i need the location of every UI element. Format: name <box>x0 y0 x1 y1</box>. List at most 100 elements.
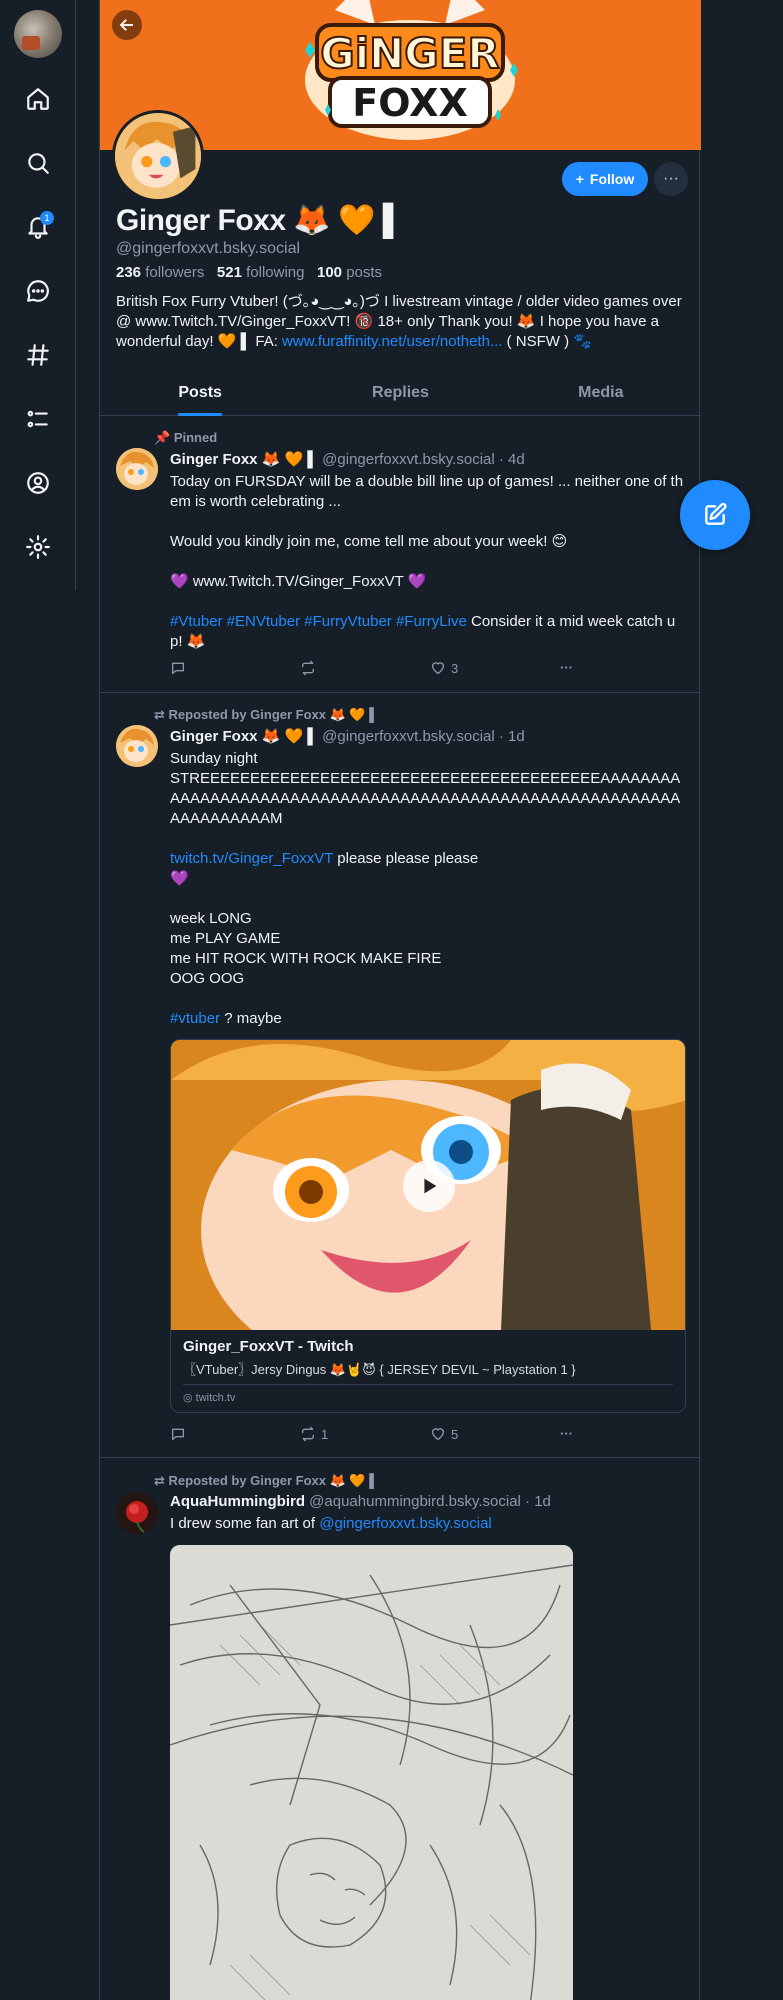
pinned-context: 📌 Pinned <box>154 430 217 446</box>
play-button[interactable] <box>403 1160 455 1212</box>
fan-art-image[interactable] <box>170 1545 573 2000</box>
search-icon[interactable] <box>20 145 56 181</box>
post-text-main: Today on FURSDAY will be a double bill l… <box>170 473 684 590</box>
post-header: Ginger Foxx 🦊 🧡 ▌ @gingerfoxxvt.bsky.soc… <box>170 450 525 468</box>
followers-label: followers <box>145 264 205 281</box>
repost-button[interactable] <box>300 660 321 676</box>
reply-icon <box>172 662 184 674</box>
reply-button[interactable] <box>170 1426 191 1442</box>
post-more-button[interactable]: ··· <box>560 660 573 675</box>
repost-context-label: Reposted by Ginger Foxx 🦊 🧡 ▌ <box>168 707 379 722</box>
post-actions: 1 5 ··· <box>170 1426 590 1446</box>
heart-icon <box>432 1428 444 1440</box>
post-mention[interactable]: @gingerfoxxvt.bsky.social <box>319 1515 492 1532</box>
embed-description: 〖VTuber〗Jersy Dingus 🦊🤘😈 { JERSEY DEVIL … <box>183 1355 673 1385</box>
repost-context: ⇄ Reposted by Ginger Foxx 🦊 🧡 ▌ <box>154 707 378 723</box>
logo-text-ginger: GiNGER <box>320 29 500 78</box>
back-button[interactable] <box>112 10 142 40</box>
post-meta: @aquahummingbird.bsky.social · 1d <box>305 1493 551 1510</box>
post-text-part-2: please please please 💜 week LONG me PLAY… <box>170 850 479 987</box>
link-embed-card[interactable]: Ginger_FoxxVT - Twitch 〖VTuber〗Jersy Din… <box>170 1039 686 1413</box>
post-text: Today on FURSDAY will be a double bill l… <box>170 472 686 652</box>
fox-avatar-illustration <box>115 113 201 199</box>
post-author-avatar[interactable] <box>116 725 158 767</box>
follow-button-label: Follow <box>589 171 635 187</box>
pinned-label: Pinned <box>173 430 218 445</box>
post-header: AquaHummingbird @aquahummingbird.bsky.so… <box>170 1493 551 1510</box>
follow-button[interactable]: + Follow <box>562 162 648 196</box>
post-hashtag[interactable]: #vtuber <box>170 1010 220 1027</box>
feeds-hash-icon[interactable] <box>20 337 56 373</box>
post-header: Ginger Foxx 🦊 🧡 ▌ @gingerfoxxvt.bsky.soc… <box>170 727 525 745</box>
embed-title: Ginger_FoxxVT - Twitch <box>183 1338 354 1355</box>
like-button[interactable]: 5 <box>430 1426 458 1442</box>
repost-context-label: Reposted by Ginger Foxx 🦊 🧡 ▌ <box>168 1473 379 1488</box>
notifications-bell-icon[interactable]: 1 <box>20 209 56 245</box>
globe-icon: ◎ <box>183 1392 193 1404</box>
post-text-part-1: Sunday night STREEEEEEEEEEEEEEEEEEEEEEEE… <box>170 750 681 827</box>
post-author-avatar[interactable] <box>116 448 158 490</box>
profile-display-name: Ginger Foxx 🦊 🧡 ▌ <box>116 204 404 237</box>
profile-more-button[interactable]: ··· <box>654 162 688 196</box>
tab-replies[interactable]: Replies <box>300 370 500 415</box>
home-icon[interactable] <box>20 81 56 117</box>
tab-media[interactable]: Media <box>501 370 701 415</box>
play-icon <box>424 1178 437 1194</box>
lists-icon[interactable] <box>20 401 56 437</box>
arrow-left-icon <box>119 19 133 31</box>
like-count: 3 <box>451 660 459 676</box>
post-twitch-link[interactable]: twitch.tv/Ginger_FoxxVT <box>170 850 333 867</box>
compose-post-button[interactable] <box>680 480 750 550</box>
profile-main-column: GiNGER FOXX + Follow ··· Ginger Foxx 🦊 🧡… <box>99 0 701 2000</box>
post-author-avatar[interactable] <box>116 1492 158 1534</box>
post-more-button[interactable]: ··· <box>560 1426 573 1441</box>
pin-icon: 📌 <box>154 430 171 445</box>
chat-icon[interactable] <box>20 273 56 309</box>
notification-count-badge: 1 <box>40 211 54 225</box>
bio-furaffinity-link[interactable]: www.furaffinity.net/user/notheth... <box>282 333 502 350</box>
post-repost-twitch[interactable]: ⇄ Reposted by Ginger Foxx 🦊 🧡 ▌ Ginger F… <box>100 693 701 1458</box>
post-hashtags[interactable]: #Vtuber #ENVtuber #FurryVtuber #FurryLiv… <box>170 613 467 630</box>
repost-icon <box>302 1426 314 1442</box>
post-actions: 3 ··· <box>170 660 590 680</box>
tab-posts[interactable]: Posts <box>100 370 300 415</box>
profile-stats: 236 followers 521 following 100 posts <box>116 264 382 281</box>
following-label: following <box>246 264 305 281</box>
current-user-avatar[interactable] <box>14 10 62 58</box>
heart-icon <box>432 662 444 674</box>
following-count: 521 <box>216 264 242 281</box>
followers-link[interactable]: 236 followers <box>116 264 204 281</box>
embed-domain-text: twitch.tv <box>195 1392 236 1404</box>
post-author-name[interactable]: Ginger Foxx 🦊 🧡 ▌ <box>170 728 318 745</box>
post-pinned[interactable]: 📌 Pinned Ginger Foxx 🦊 🧡 ▌ @gingerfoxxvt… <box>100 416 701 693</box>
post-author-name[interactable]: Ginger Foxx 🦊 🧡 ▌ <box>170 451 318 468</box>
post-text-part-3: ? maybe <box>220 1010 282 1027</box>
plus-icon: + <box>575 171 584 187</box>
settings-gear-icon[interactable] <box>20 529 56 565</box>
reply-icon <box>172 1428 184 1440</box>
bio-tail: ( NSFW ) 🐾 <box>502 333 592 350</box>
following-link[interactable]: 521 following <box>217 264 305 281</box>
profile-icon[interactable] <box>20 465 56 501</box>
repost-count: 1 <box>321 1426 329 1442</box>
profile-tabs: Posts Replies Media <box>100 370 701 416</box>
like-count: 5 <box>451 1426 459 1442</box>
followers-count: 236 <box>116 264 142 281</box>
embed-thumbnail <box>171 1040 685 1330</box>
embed-domain: ◎ twitch.tv <box>171 1385 685 1412</box>
like-button[interactable]: 3 <box>430 660 458 676</box>
ginger-foxx-logo: GiNGER FOXX <box>305 0 518 140</box>
reply-button[interactable] <box>170 660 191 676</box>
logo-text-foxx: FOXX <box>352 81 468 125</box>
profile-avatar[interactable] <box>112 110 204 202</box>
profile-handle: @gingerfoxxvt.bsky.social <box>116 240 301 257</box>
posts-count: 100 <box>317 264 343 281</box>
post-text: Sunday night STREEEEEEEEEEEEEEEEEEEEEEEE… <box>170 749 686 1029</box>
compose-pencil-icon <box>705 502 727 525</box>
left-sidebar: 1 <box>0 0 76 590</box>
profile-bio: British Fox Furry Vtuber! (づ｡◕‿‿◕｡)づ I l… <box>116 292 691 352</box>
repost-icon <box>302 660 314 676</box>
post-author-name[interactable]: AquaHummingbird <box>170 1493 305 1510</box>
repost-button[interactable]: 1 <box>300 1426 328 1442</box>
repost-small-icon: ⇄ <box>154 707 165 722</box>
